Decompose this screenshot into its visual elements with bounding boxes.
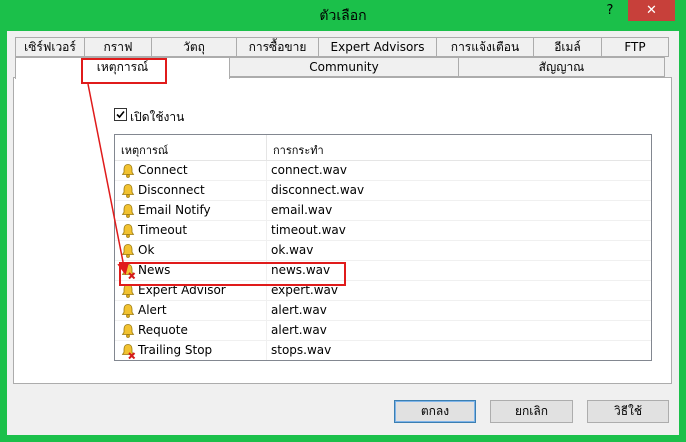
annotation-arrow [87, 83, 130, 275]
options-dialog: ตัวเลือก ? ✕ เซิร์ฟเวอร์ กราฟ วัตถุ การซ… [0, 0, 686, 442]
